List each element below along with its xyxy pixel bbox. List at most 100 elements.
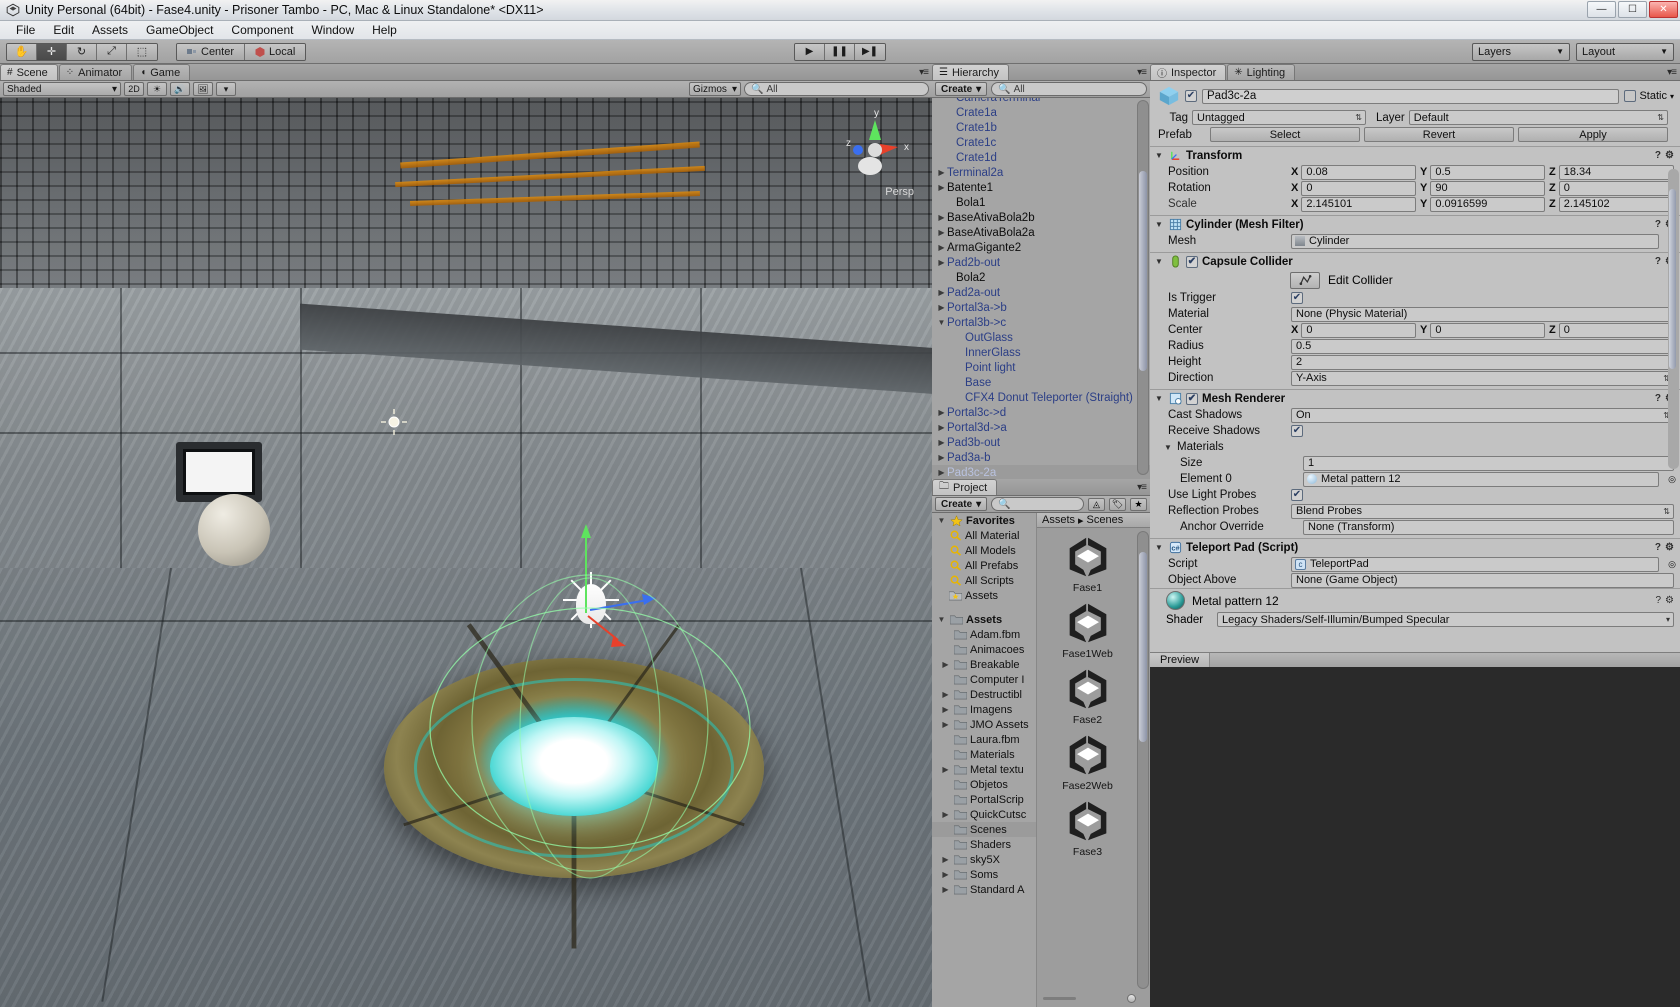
object-picker-icon[interactable]: ◎ <box>1668 474 1676 485</box>
inspector-menu-icon[interactable]: ▾≡ <box>1667 67 1677 78</box>
chevron-down-icon[interactable]: ▼ <box>936 318 947 327</box>
axis-input-y[interactable]: 0.0916599 <box>1430 196 1545 212</box>
hierarchy-item[interactable]: OutGlass <box>932 330 1150 345</box>
asset-grid[interactable]: Fase1 Fase1Web Fase2 Fase2Web Fase3 <box>1037 529 1138 989</box>
scale-tool-icon[interactable]: ⤢ <box>97 43 127 60</box>
chevron-right-icon[interactable]: ▶ <box>936 438 947 447</box>
chevron-down-icon[interactable]: ▼ <box>936 615 947 624</box>
hierarchy-item[interactable]: ▶ Portal3a->b <box>932 300 1150 315</box>
layer-dropdown[interactable]: Default ⇅ <box>1408 110 1668 125</box>
hierarchy-item[interactable]: ▶ Pad3c-2a <box>932 465 1150 479</box>
component-header[interactable]: ▼ Transform? ⚙ <box>1150 147 1680 164</box>
axis-input-y[interactable]: 0 <box>1430 322 1545 338</box>
static-toggle-group[interactable]: Static ▾ <box>1624 90 1674 102</box>
panel-menu-icon[interactable]: ▾≡ <box>919 67 929 78</box>
hierarchy-item[interactable]: Base <box>932 375 1150 390</box>
layout-dropdown[interactable]: Layout ▼ <box>1576 42 1674 61</box>
chevron-right-icon[interactable]: ▶ <box>936 213 947 222</box>
minimize-button[interactable]: — <box>1587 1 1616 18</box>
help-icon[interactable]: ? <box>1655 542 1661 553</box>
hierarchy-item[interactable]: Crate1c <box>932 135 1150 150</box>
hierarchy-item[interactable]: Crate1b <box>932 120 1150 135</box>
breadcrumb-scenes[interactable]: Scenes <box>1087 514 1124 526</box>
chevron-down-icon[interactable]: ▼ <box>1155 151 1165 160</box>
chevron-down-icon[interactable]: ▾ <box>1670 92 1674 101</box>
component-header[interactable]: ▼✔Capsule Collider?⚙ <box>1150 253 1680 270</box>
scene-fx-icon[interactable]: 🖼 <box>193 82 213 96</box>
hierarchy-item[interactable]: ▶ Portal3c->d <box>932 405 1150 420</box>
object-reference-field[interactable]: Metal pattern 12 <box>1303 471 1660 487</box>
chevron-right-icon[interactable]: ▶ <box>936 243 947 252</box>
project-folder-item[interactable]: ▶ JMO Assets <box>932 717 1036 732</box>
axis-input-x[interactable]: 0 <box>1301 180 1416 196</box>
axis-input-y[interactable]: 0.5 <box>1430 164 1545 180</box>
layers-dropdown[interactable]: Layers ▼ <box>1472 42 1570 61</box>
tab-lighting[interactable]: ✳ Lighting <box>1227 64 1296 80</box>
edit-collider-button[interactable] <box>1290 271 1320 289</box>
move-tool-icon[interactable]: ✛ <box>37 43 67 60</box>
project-folder-item[interactable]: Adam.fbm <box>932 627 1036 642</box>
chevron-right-icon[interactable]: ▶ <box>936 453 947 462</box>
hierarchy-item[interactable]: Crate1d <box>932 150 1150 165</box>
component-header[interactable]: ▼✔Mesh Renderer?⚙ <box>1150 390 1680 407</box>
value-field[interactable]: Blend Probes ⇅ <box>1291 503 1674 519</box>
breadcrumb[interactable]: Assets ▸ Scenes <box>1037 513 1150 528</box>
project-create-button[interactable]: Create ▾ <box>935 497 988 511</box>
asset-item[interactable]: Fase1Web <box>1052 599 1124 660</box>
help-icon[interactable]: ? <box>1655 595 1661 606</box>
axis-input-x[interactable]: 0.08 <box>1301 164 1416 180</box>
project-folder-item[interactable]: Scenes <box>932 822 1036 837</box>
2d-toggle-button[interactable]: 2D <box>124 82 144 96</box>
scene-fx-dropdown-icon[interactable]: ▾ <box>216 82 236 96</box>
help-icon[interactable]: ? <box>1655 393 1661 404</box>
project-folder-item[interactable]: Materials <box>932 747 1036 762</box>
project-folder-item[interactable]: ▶ Breakable <box>932 657 1036 672</box>
component-header[interactable]: ▼ c# Teleport Pad (Script)? ⚙ <box>1150 539 1680 556</box>
value-field[interactable]: On ⇅ <box>1291 407 1674 423</box>
rect-tool-icon[interactable]: ⬚ <box>127 43 157 60</box>
prefab-revert-button[interactable]: Revert <box>1364 127 1514 142</box>
hierarchy-list[interactable]: CameraTerminal Crate1a Crate1b Crate1c Crate… <box>932 98 1150 479</box>
preview-tab[interactable]: Preview <box>1150 653 1211 667</box>
chevron-right-icon[interactable]: ▶ <box>936 423 947 432</box>
component-enabled-checkbox[interactable]: ✔ <box>1186 255 1198 268</box>
hierarchy-item[interactable]: Bola2 <box>932 270 1150 285</box>
chevron-right-icon[interactable]: ▶ <box>940 690 951 699</box>
draw-mode-dropdown[interactable]: Shaded ▾ <box>3 82 121 96</box>
shader-dropdown[interactable]: Legacy Shaders/Self-Illumin/Bumped Specu… <box>1217 612 1674 627</box>
chevron-down-icon[interactable]: ▼ <box>1155 220 1165 229</box>
tab-game[interactable]: ◖ Game <box>133 64 191 80</box>
asset-grid-scrollbar[interactable] <box>1137 531 1149 989</box>
object-reference-field[interactable]: Cylinder <box>1291 233 1660 249</box>
axis-input-y[interactable]: 90 <box>1430 180 1545 196</box>
value-field[interactable]: None (Transform) <box>1303 519 1674 535</box>
chevron-right-icon[interactable]: ▶ <box>940 810 951 819</box>
chevron-down-icon[interactable]: ▼ <box>1155 394 1165 403</box>
object-reference-field[interactable]: c TeleportPad <box>1291 556 1660 572</box>
axis-input-z[interactable]: 18.34 <box>1558 164 1674 180</box>
project-search-input[interactable]: 🔍 <box>991 497 1084 511</box>
tab-animator[interactable]: ⁘ Animator <box>58 64 133 80</box>
project-folder-item[interactable]: ▶ Soms <box>932 867 1036 882</box>
favorite-star-icon[interactable]: ★ <box>1130 497 1147 511</box>
chevron-right-icon[interactable]: ▶ <box>936 228 947 237</box>
tab-inspector[interactable]: ⓘ Inspector <box>1150 64 1227 80</box>
component-header[interactable]: ▼Cylinder (Mesh Filter)?⚙ <box>1150 216 1680 233</box>
help-icon[interactable]: ? <box>1655 219 1661 230</box>
hierarchy-item[interactable]: ▶ Pad2a-out <box>932 285 1150 300</box>
favorite-item[interactable]: All Material <box>932 528 1036 543</box>
tab-scene[interactable]: # Scene <box>0 64 58 80</box>
value-field[interactable]: 0.5 <box>1291 338 1674 354</box>
value-field[interactable]: None (Game Object) <box>1291 572 1674 588</box>
menu-assets[interactable]: Assets <box>83 21 137 40</box>
hierarchy-item[interactable]: CFX4 Donut Teleporter (Straight) <box>932 390 1150 405</box>
chevron-right-icon[interactable]: ▶ <box>936 468 947 477</box>
hierarchy-item[interactable]: Crate1a <box>932 105 1150 120</box>
project-folder-item[interactable]: ▶ Destructibl <box>932 687 1036 702</box>
close-button[interactable]: ✕ <box>1649 1 1678 18</box>
hierarchy-item[interactable]: ▶ Batente1 <box>932 180 1150 195</box>
hierarchy-item[interactable]: ▶ Pad2b-out <box>932 255 1150 270</box>
asset-item[interactable]: Fase2 <box>1052 665 1124 726</box>
project-folder-item[interactable]: Animacoes <box>932 642 1036 657</box>
tag-dropdown[interactable]: Untagged ⇅ <box>1192 110 1366 125</box>
